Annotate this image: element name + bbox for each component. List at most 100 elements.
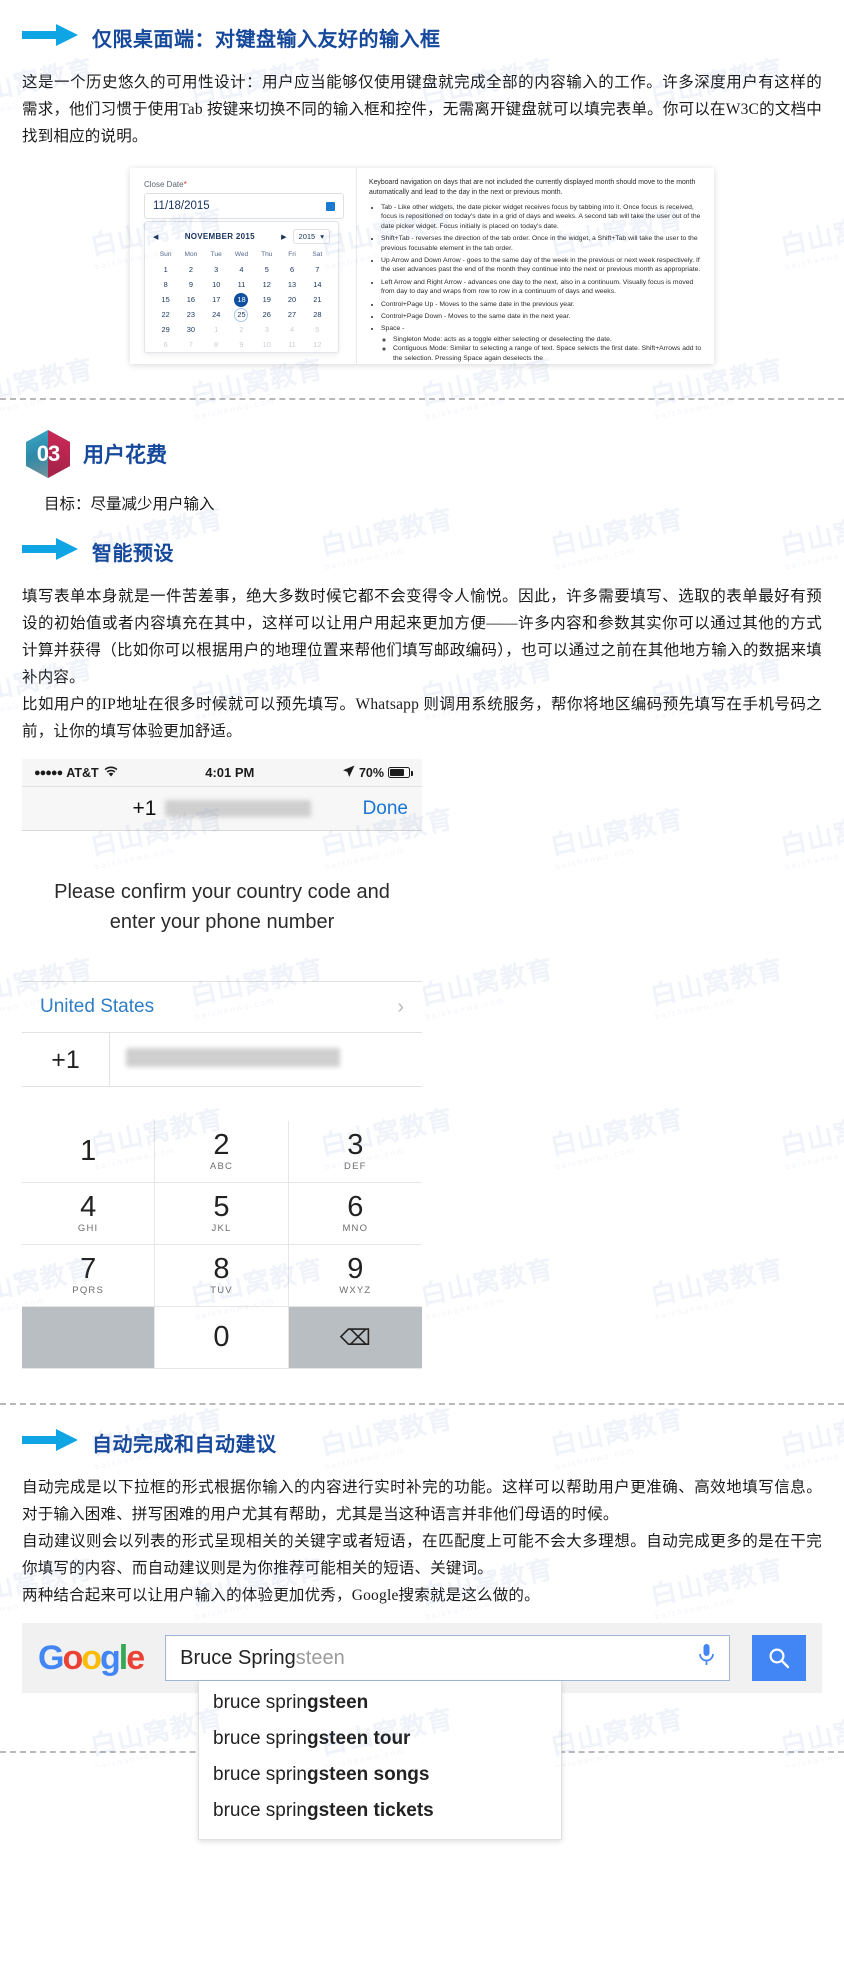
- calendar-weekday-row: Sun Mon Tue Wed Thu Fri Sat: [153, 251, 330, 262]
- calendar-week-row: 1234567: [153, 262, 330, 277]
- redacted-number-value: [126, 1047, 340, 1067]
- calendar-day[interactable]: 3: [204, 262, 229, 277]
- close-date-value: 11/18/2015: [153, 200, 210, 212]
- calendar-day[interactable]: 21: [305, 292, 330, 307]
- calendar-day[interactable]: 1: [153, 262, 178, 277]
- keypad-key-5[interactable]: 5 JKL: [155, 1183, 289, 1245]
- suggestion-item[interactable]: bruce springsteen songs: [199, 1757, 561, 1793]
- calendar-day[interactable]: 13: [279, 277, 304, 292]
- keypad-delete-key[interactable]: ⌫: [288, 1307, 422, 1369]
- watermark: 白山窝教育baishanwo.com: [547, 803, 687, 872]
- calendar-day[interactable]: 27: [279, 307, 304, 322]
- article-page: 白山窝教育 baishanwo.com 白山窝教育 baishanwo.com 白山窝教…: [0, 22, 844, 1840]
- calendar-day[interactable]: 5: [305, 322, 330, 337]
- keyboard-doc-panel: Keyboard navigation on days that are not…: [356, 168, 714, 364]
- keyboard-doc-subitem: Contiguous Mode: Similar to selecting a …: [393, 344, 704, 363]
- calendar-day[interactable]: 14: [305, 277, 330, 292]
- google-suggestion-list: bruce springsteen bruce springsteen tour b…: [198, 1681, 562, 1840]
- calendar-day[interactable]: 23: [178, 307, 203, 322]
- calendar-day[interactable]: 2: [229, 322, 254, 337]
- calendar-day[interactable]: 16: [178, 292, 203, 307]
- google-search-button[interactable]: [752, 1635, 806, 1681]
- country-selector-row[interactable]: United States ›: [22, 981, 422, 1033]
- country-name: United States: [40, 996, 155, 1017]
- watermark: 白山窝教育baishanwo.com: [0, 353, 97, 422]
- required-mark: *: [183, 180, 187, 189]
- calendar-day[interactable]: 7: [178, 337, 203, 352]
- keypad-key-6[interactable]: 6 MNO: [288, 1183, 422, 1245]
- calendar-grid: Sun Mon Tue Wed Thu Fri Sat 1 2 3 4 5 6 7 8 9 10 11 12 13 1…: [153, 251, 330, 352]
- calendar-day[interactable]: 6: [279, 262, 304, 277]
- keyboard-doc-item: Up Arrow and Down Arrow - goes to the sa…: [381, 256, 704, 275]
- calendar-icon[interactable]: [326, 201, 335, 211]
- calendar-day[interactable]: 26: [254, 307, 279, 322]
- calendar-day[interactable]: 9: [229, 337, 254, 352]
- heading-text: 仅限桌面端：对键盘输入友好的输入框: [92, 29, 441, 51]
- watermark: 白山窝教育baishanwo.com: [417, 1253, 557, 1322]
- backspace-icon: ⌫: [339, 1324, 371, 1350]
- keypad-key-9[interactable]: 9 WXYZ: [288, 1245, 422, 1307]
- calendar-day[interactable]: 9: [178, 277, 203, 292]
- logo-letter: o: [62, 1638, 83, 1677]
- keypad-letters: DEF: [344, 1161, 367, 1172]
- google-logo: Google: [38, 1638, 145, 1678]
- suggestion-item[interactable]: bruce springsteen: [199, 1685, 561, 1721]
- calendar-day[interactable]: 11: [279, 337, 304, 352]
- keypad-key-2[interactable]: 2 ABC: [155, 1121, 289, 1183]
- keypad-key-0[interactable]: 0: [155, 1307, 289, 1369]
- phone-number-row[interactable]: +1: [22, 1032, 422, 1087]
- keypad-key-7[interactable]: 7 PQRS: [22, 1245, 156, 1307]
- section-number-badge: 03: [26, 430, 70, 478]
- calendar-day[interactable]: 19: [254, 292, 279, 307]
- close-date-input[interactable]: 11/18/2015: [144, 193, 344, 219]
- calendar-day[interactable]: 7: [305, 262, 330, 277]
- calendar-day[interactable]: 22: [153, 307, 178, 322]
- calendar-day[interactable]: 12: [254, 277, 279, 292]
- calendar-day[interactable]: 30: [178, 322, 203, 337]
- calendar-day[interactable]: 17: [204, 292, 229, 307]
- calendar-day[interactable]: 4: [229, 262, 254, 277]
- calendar-day[interactable]: 20: [279, 292, 304, 307]
- arrow-right-icon: [22, 536, 78, 567]
- calendar-day[interactable]: 2: [178, 262, 203, 277]
- keypad-key-8[interactable]: 8 TUV: [155, 1245, 289, 1307]
- redacted-phone-number: [165, 800, 312, 817]
- year-select[interactable]: 2015 ▾: [292, 229, 330, 244]
- calendar-day[interactable]: 18: [229, 292, 254, 307]
- prev-month-button[interactable]: ◀: [153, 233, 158, 241]
- calendar-day[interactable]: 12: [305, 337, 330, 352]
- suggestion-item[interactable]: bruce springsteen tour: [199, 1721, 561, 1757]
- phone-number-field[interactable]: [110, 1047, 422, 1072]
- suggestion-item[interactable]: bruce springsteen tickets: [199, 1793, 561, 1829]
- keyboard-doc-item: Space -Singleton Mode: acts as a toggle …: [381, 324, 704, 363]
- calendar-day[interactable]: 28: [305, 307, 330, 322]
- calendar-weekday: Fri: [288, 251, 296, 258]
- next-month-button[interactable]: ▶: [281, 233, 286, 241]
- section-heading-cost: 03 用户花费: [26, 430, 844, 478]
- calendar-day[interactable]: 29: [153, 322, 178, 337]
- calendar-day[interactable]: 10: [204, 277, 229, 292]
- calendar-day[interactable]: 15: [153, 292, 178, 307]
- calendar-day[interactable]: 8: [204, 337, 229, 352]
- calendar-day[interactable]: 25: [229, 307, 254, 322]
- google-search-input[interactable]: Bruce Springsteen: [165, 1635, 730, 1681]
- phone-status-bar: ●●●●● AT&T 4:01 PM 70%: [22, 759, 422, 787]
- calendar-day[interactable]: 4: [279, 322, 304, 337]
- keypad-digit: 5: [213, 1191, 230, 1223]
- keypad-digit: 0: [213, 1321, 230, 1353]
- calendar-day[interactable]: 24: [204, 307, 229, 322]
- calendar-day[interactable]: 8: [153, 277, 178, 292]
- battery-indicator: 70%: [342, 765, 413, 781]
- done-button[interactable]: Done: [363, 798, 408, 820]
- calendar-day[interactable]: 11: [229, 277, 254, 292]
- keypad-key-1[interactable]: 1: [22, 1121, 156, 1183]
- keypad-key-3[interactable]: 3 DEF: [288, 1121, 422, 1183]
- calendar-day[interactable]: 10: [254, 337, 279, 352]
- microphone-icon[interactable]: [698, 1643, 715, 1673]
- keypad-digit: 8: [213, 1253, 230, 1285]
- calendar-day[interactable]: 5: [254, 262, 279, 277]
- calendar-day[interactable]: 3: [254, 322, 279, 337]
- calendar-day[interactable]: 6: [153, 337, 178, 352]
- keypad-key-4[interactable]: 4 GHI: [22, 1183, 156, 1245]
- calendar-day[interactable]: 1: [204, 322, 229, 337]
